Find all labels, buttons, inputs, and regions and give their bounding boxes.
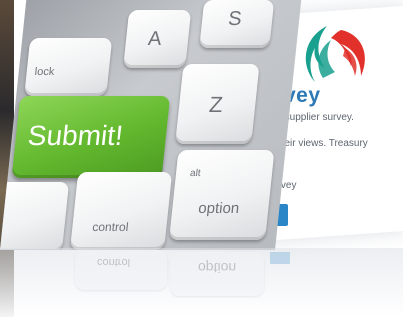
key-label: lock [34, 66, 55, 78]
key-a: A [123, 10, 192, 68]
key-unlabeled [0, 182, 70, 250]
key-label: A [147, 28, 163, 50]
key-label: control [91, 220, 130, 234]
survey-logo-icon [305, 26, 365, 82]
reflected-key-option: option [170, 252, 264, 296]
key-label: S [227, 8, 243, 30]
key-label: alt [189, 168, 202, 179]
reflected-label: control [97, 256, 131, 268]
reflected-survey-button [270, 252, 290, 264]
key-submit: Submit! [11, 96, 171, 178]
reflected-key-control: control [75, 250, 167, 290]
key-label: Submit! [26, 120, 125, 151]
key-caps-lock: lock [24, 38, 113, 96]
key-option: alt option [169, 150, 275, 240]
reflected-label: option [198, 260, 237, 276]
key-label: Z [207, 92, 225, 117]
key-s: S [199, 0, 275, 48]
key-label: option [197, 200, 241, 217]
key-z: Z [175, 64, 260, 144]
keyboard-photo: S A lock Submit! Z control alt option [0, 0, 302, 250]
photo-scene: urvey ury supplier survey. r their views… [0, 0, 403, 317]
key-control: control [70, 172, 173, 250]
